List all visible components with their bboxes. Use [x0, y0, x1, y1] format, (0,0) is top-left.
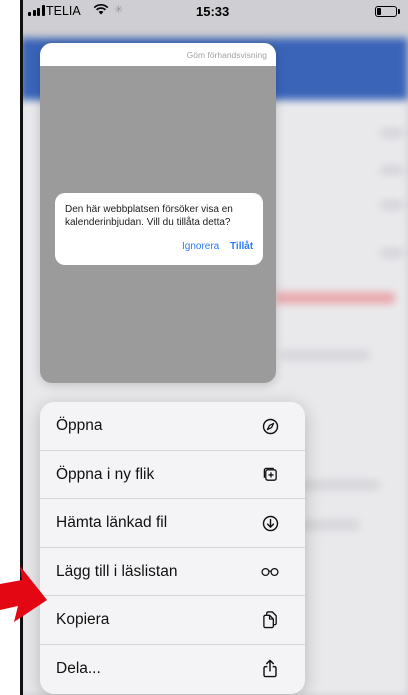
menu-item-copy[interactable]: Kopiera	[40, 596, 305, 645]
preview-header: Göm förhandsvisning	[40, 43, 276, 66]
background-line	[380, 165, 404, 175]
status-time: 15:33	[196, 4, 230, 19]
download-icon	[261, 514, 279, 532]
compass-icon	[261, 417, 279, 435]
menu-item-add-reading-list[interactable]: Lägg till i läslistan	[40, 548, 305, 597]
menu-item-label: Öppna	[56, 417, 103, 434]
reading-glasses-icon	[261, 563, 279, 581]
red-arrow-annotation	[0, 566, 48, 622]
menu-item-share[interactable]: Dela...	[40, 645, 305, 694]
signal-icon	[28, 5, 45, 16]
menu-item-label: Kopiera	[56, 611, 110, 629]
menu-item-label: Öppna i ny flik	[56, 465, 155, 483]
background-line	[380, 248, 404, 258]
link-preview[interactable]: Göm förhandsvisning Den här webbplatsen …	[40, 43, 276, 383]
context-menu: Öppna Öppna i ny flik Hämta länkad fil L…	[40, 402, 305, 694]
carrier-name: TELIA	[46, 4, 81, 18]
alert-message: Den här webbplatsen försöker visa en kal…	[65, 204, 233, 228]
activity-spinner-icon: ✳	[114, 4, 124, 16]
new-tab-icon	[261, 466, 279, 484]
share-icon	[261, 660, 279, 678]
menu-item-label: Lägg till i läslistan	[56, 562, 178, 580]
status-bar: TELIA ✳ 15:33	[20, 0, 408, 26]
background-line	[280, 350, 370, 360]
menu-item-open[interactable]: Öppna	[40, 402, 305, 451]
hide-preview-button[interactable]: Göm förhandsvisning	[187, 50, 267, 60]
ignore-button[interactable]: Ignorera	[182, 241, 219, 252]
menu-item-label: Dela...	[56, 659, 101, 677]
background-line	[380, 200, 404, 210]
background-line	[300, 520, 360, 530]
wifi-icon	[93, 3, 109, 18]
menu-item-open-new-tab[interactable]: Öppna i ny flik	[40, 451, 305, 500]
battery-icon	[375, 6, 400, 17]
allow-button[interactable]: Tillåt	[230, 241, 253, 252]
background-line	[380, 128, 404, 138]
copy-icon	[261, 611, 279, 629]
calendar-invite-alert: Den här webbplatsen försöker visa en kal…	[55, 193, 263, 265]
background-line	[300, 480, 380, 490]
menu-item-label: Hämta länkad fil	[56, 514, 168, 532]
background-highlight	[275, 292, 395, 304]
menu-item-download-linked-file[interactable]: Hämta länkad fil	[40, 499, 305, 548]
